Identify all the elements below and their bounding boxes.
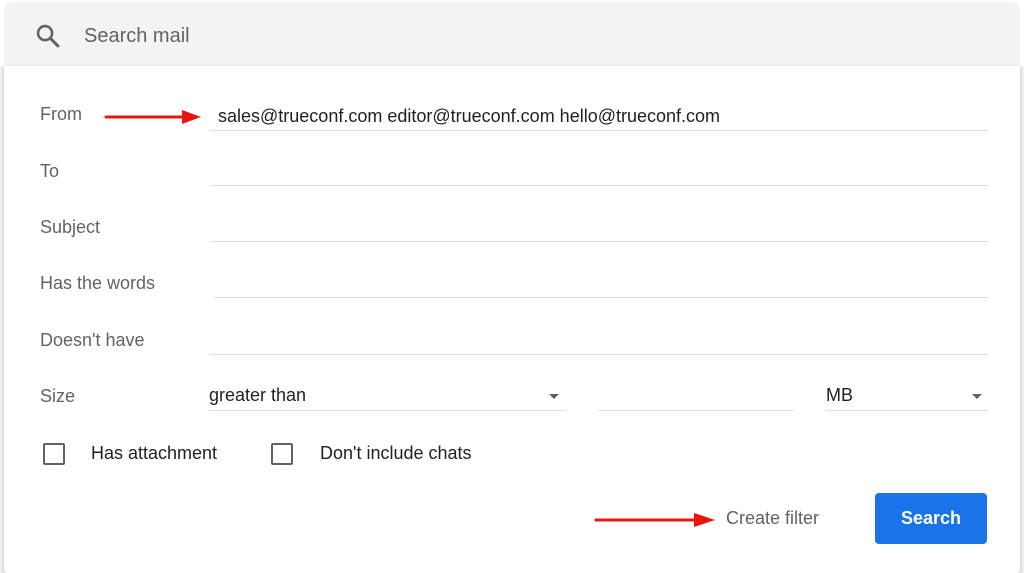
to-field[interactable]	[210, 156, 988, 186]
subject-field[interactable]	[210, 212, 988, 242]
red-arrow-icon	[594, 513, 715, 527]
size-unit-select[interactable]: MB	[826, 381, 988, 411]
size-value-field[interactable]	[598, 381, 794, 411]
search-icon[interactable]	[34, 22, 62, 50]
size-label: Size	[40, 386, 76, 406]
has-attachment-label: Has attachment	[91, 443, 218, 463]
chevron-down-icon	[549, 394, 559, 399]
size-unit-value: MB	[826, 385, 853, 405]
has-words-label: Has the words	[40, 273, 156, 293]
to-label: To	[40, 161, 60, 181]
doesnt-have-label: Doesn't have	[40, 330, 145, 350]
size-comparison-select[interactable]: greater than	[209, 381, 565, 411]
gmail-search-options-screen: From sales@trueconf.com editor@trueconf.…	[0, 0, 1024, 573]
from-field[interactable]: sales@trueconf.com editor@trueconf.com h…	[210, 101, 988, 131]
dont-include-chats-checkbox[interactable]	[271, 443, 293, 465]
create-filter-link[interactable]: Create filter	[726, 508, 819, 529]
search-input[interactable]	[84, 19, 884, 53]
subject-label: Subject	[40, 217, 101, 237]
background-edge	[1020, 66, 1024, 573]
red-arrow-icon	[104, 110, 201, 124]
advanced-search-panel: From sales@trueconf.com editor@trueconf.…	[4, 66, 1020, 573]
has-attachment-checkbox[interactable]	[43, 443, 65, 465]
chevron-down-icon	[972, 394, 982, 399]
size-comparison-value: greater than	[209, 385, 307, 405]
has-words-field[interactable]	[214, 268, 988, 298]
search-button[interactable]: Search	[875, 493, 987, 544]
search-bar	[4, 2, 1020, 66]
dont-include-chats-label: Don't include chats	[320, 443, 472, 463]
from-label: From	[40, 104, 82, 124]
doesnt-have-field[interactable]	[210, 325, 988, 355]
